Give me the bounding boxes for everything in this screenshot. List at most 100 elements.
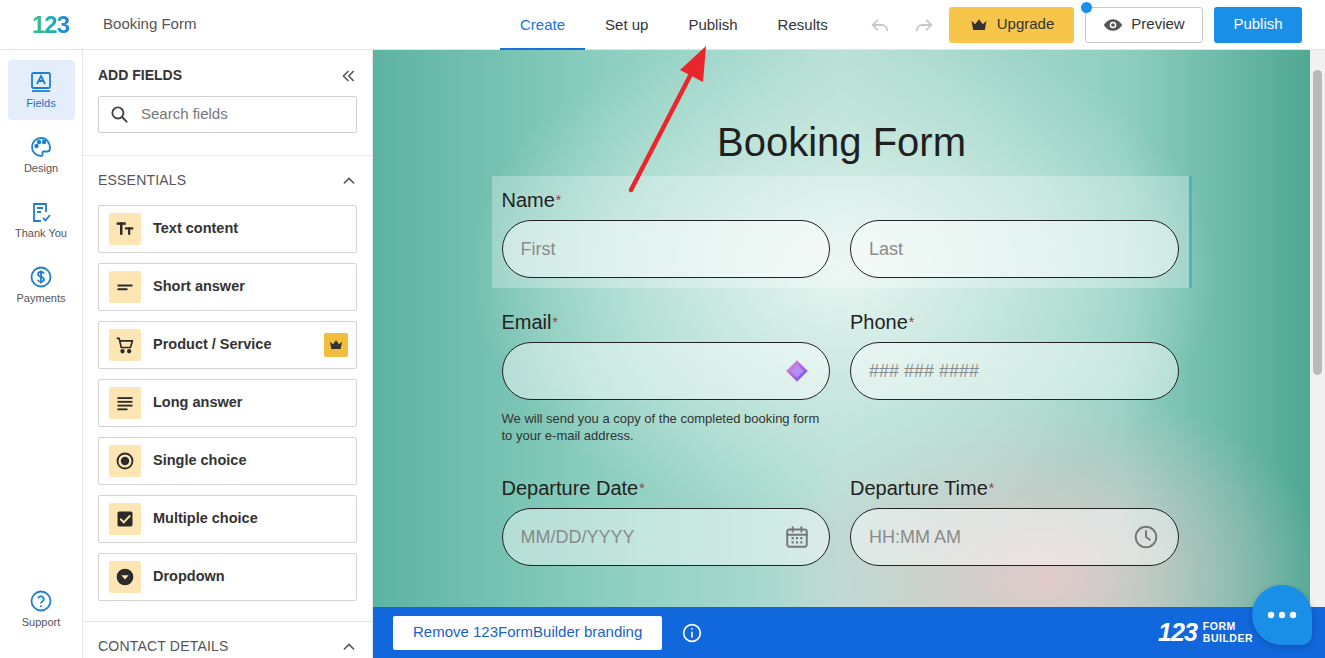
rail-label: Design <box>24 162 58 175</box>
eye-icon <box>1103 15 1123 35</box>
required-mark: * <box>909 314 914 330</box>
time-input[interactable] <box>850 508 1179 566</box>
brand-logo-number: 123 <box>1158 620 1197 645</box>
section-header[interactable]: ESSENTIALS <box>98 170 357 191</box>
field-type[interactable]: Long answer <box>98 379 357 427</box>
booking-form: Booking FormName*Email*We will send you … <box>492 50 1192 576</box>
field-type-label: Dropdown <box>153 566 225 588</box>
rail-item[interactable]: Design <box>8 125 75 185</box>
tab[interactable]: Set up <box>585 0 668 50</box>
tab[interactable]: Results <box>758 0 848 50</box>
short-lines-icon <box>115 277 135 297</box>
tab[interactable]: Publish <box>668 0 757 50</box>
chevron-up-icon <box>341 173 357 189</box>
field-type[interactable]: Product / Service <box>98 321 357 369</box>
field-label: Email* <box>502 310 831 334</box>
field-type[interactable]: Short answer <box>98 263 357 311</box>
phone-input[interactable] <box>850 342 1179 400</box>
field-type[interactable]: Dropdown <box>98 553 357 601</box>
app-logo[interactable]: 123 <box>32 7 69 43</box>
radio-icon <box>115 451 135 471</box>
field-type[interactable]: Text content <box>98 205 357 253</box>
dropdown-icon <box>115 567 135 587</box>
form-name: Booking Form <box>103 13 196 36</box>
required-mark: * <box>553 314 558 330</box>
field-label-text: Email <box>502 311 552 333</box>
date-input[interactable] <box>502 508 831 566</box>
tab[interactable]: Create <box>500 0 585 50</box>
chat-dots-icon <box>1267 610 1297 620</box>
text-input[interactable] <box>502 220 831 278</box>
field-type-label: Single choice <box>153 450 246 472</box>
search-icon <box>110 105 129 124</box>
assistant-icon <box>784 358 810 384</box>
remove-branding-button[interactable]: Remove 123FormBuilder branding <box>393 616 662 650</box>
email-input[interactable] <box>502 342 831 400</box>
section-header[interactable]: CONTACT DETAILS <box>98 636 357 657</box>
field-label: Departure Date* <box>502 476 831 500</box>
preview-button[interactable]: Preview <box>1085 7 1203 43</box>
fields-panel: ADD FIELDS ESSENTIALS Text content Short an… <box>83 50 373 658</box>
form-field: Email* We will send you a copy of the com… <box>502 310 831 444</box>
dollar-icon <box>29 265 53 289</box>
rail-item[interactable]: Thank You <box>8 190 75 250</box>
preview-label: Preview <box>1131 13 1184 36</box>
support-label: Support <box>22 616 61 629</box>
required-mark: * <box>639 480 644 496</box>
publish-button[interactable]: Publish <box>1214 7 1302 43</box>
field-label-text: Phone <box>850 311 908 333</box>
scrollbar[interactable] <box>1310 50 1325 607</box>
field-label: Departure Time* <box>850 476 1179 500</box>
checkbox-icon <box>115 509 135 529</box>
help-text: We will send you a copy of the completed… <box>502 410 831 444</box>
top-bar: 123Booking FormCreateSet upPublishResult… <box>0 0 1325 50</box>
field-section: CONTACT DETAILS <box>83 622 372 658</box>
rail-label: Payments <box>17 292 66 305</box>
upgrade-button[interactable]: Upgrade <box>949 7 1074 43</box>
support-item[interactable]: Support <box>8 579 75 639</box>
long-lines-icon <box>115 393 135 413</box>
field-label-text: Departure Time <box>850 477 988 499</box>
field-type-label: Short answer <box>153 276 245 298</box>
form-background: Booking FormName*Email*We will send you … <box>373 50 1310 607</box>
search-field[interactable] <box>98 96 357 133</box>
text-icon <box>115 219 135 239</box>
field-label-text: Departure Date <box>502 477 639 499</box>
crown-icon <box>328 337 344 353</box>
calendar-icon <box>784 524 810 550</box>
form-row[interactable]: Email*We will send you a copy of the com… <box>492 298 1192 454</box>
info-icon[interactable] <box>682 623 702 643</box>
section-title: CONTACT DETAILS <box>98 636 229 657</box>
upgrade-label: Upgrade <box>997 13 1055 36</box>
clock-icon <box>1133 524 1159 550</box>
form-row[interactable]: Departure Date*Departure Time* <box>492 464 1192 576</box>
panel-title: ADD FIELDS <box>98 65 182 86</box>
crown-icon <box>969 15 989 35</box>
section-title: ESSENTIALS <box>98 170 186 191</box>
field-type[interactable]: Single choice <box>98 437 357 485</box>
required-mark: * <box>556 192 561 208</box>
field-type-label: Multiple choice <box>153 508 258 530</box>
text-input[interactable] <box>850 220 1179 278</box>
palette-icon <box>29 135 53 159</box>
question-icon <box>29 589 53 613</box>
checklist-icon <box>29 200 53 224</box>
collapse-icon[interactable] <box>339 67 357 85</box>
notification-dot <box>1081 2 1092 13</box>
rail-label: Thank You <box>15 227 67 240</box>
field-section: ESSENTIALS Text content Short answer Produc… <box>83 156 372 622</box>
rail-label: Fields <box>26 97 55 110</box>
rail-item[interactable]: Fields <box>8 60 75 120</box>
workspace: Fields Design Thank You Payments Support ADD… <box>0 50 1325 658</box>
redo-icon <box>913 14 935 36</box>
premium-badge <box>324 333 348 357</box>
chat-button[interactable] <box>1252 585 1312 645</box>
field-type[interactable]: Multiple choice <box>98 495 357 543</box>
form-field: Departure Time* <box>850 476 1179 566</box>
form-row[interactable]: Name* <box>492 176 1192 288</box>
tab-bar: CreateSet upPublishResults <box>500 0 848 50</box>
rail-item[interactable]: Payments <box>8 255 75 315</box>
form-field: Departure Date* <box>502 476 831 566</box>
form-field: Name* <box>502 188 1179 278</box>
scroll-thumb[interactable] <box>1313 70 1322 375</box>
